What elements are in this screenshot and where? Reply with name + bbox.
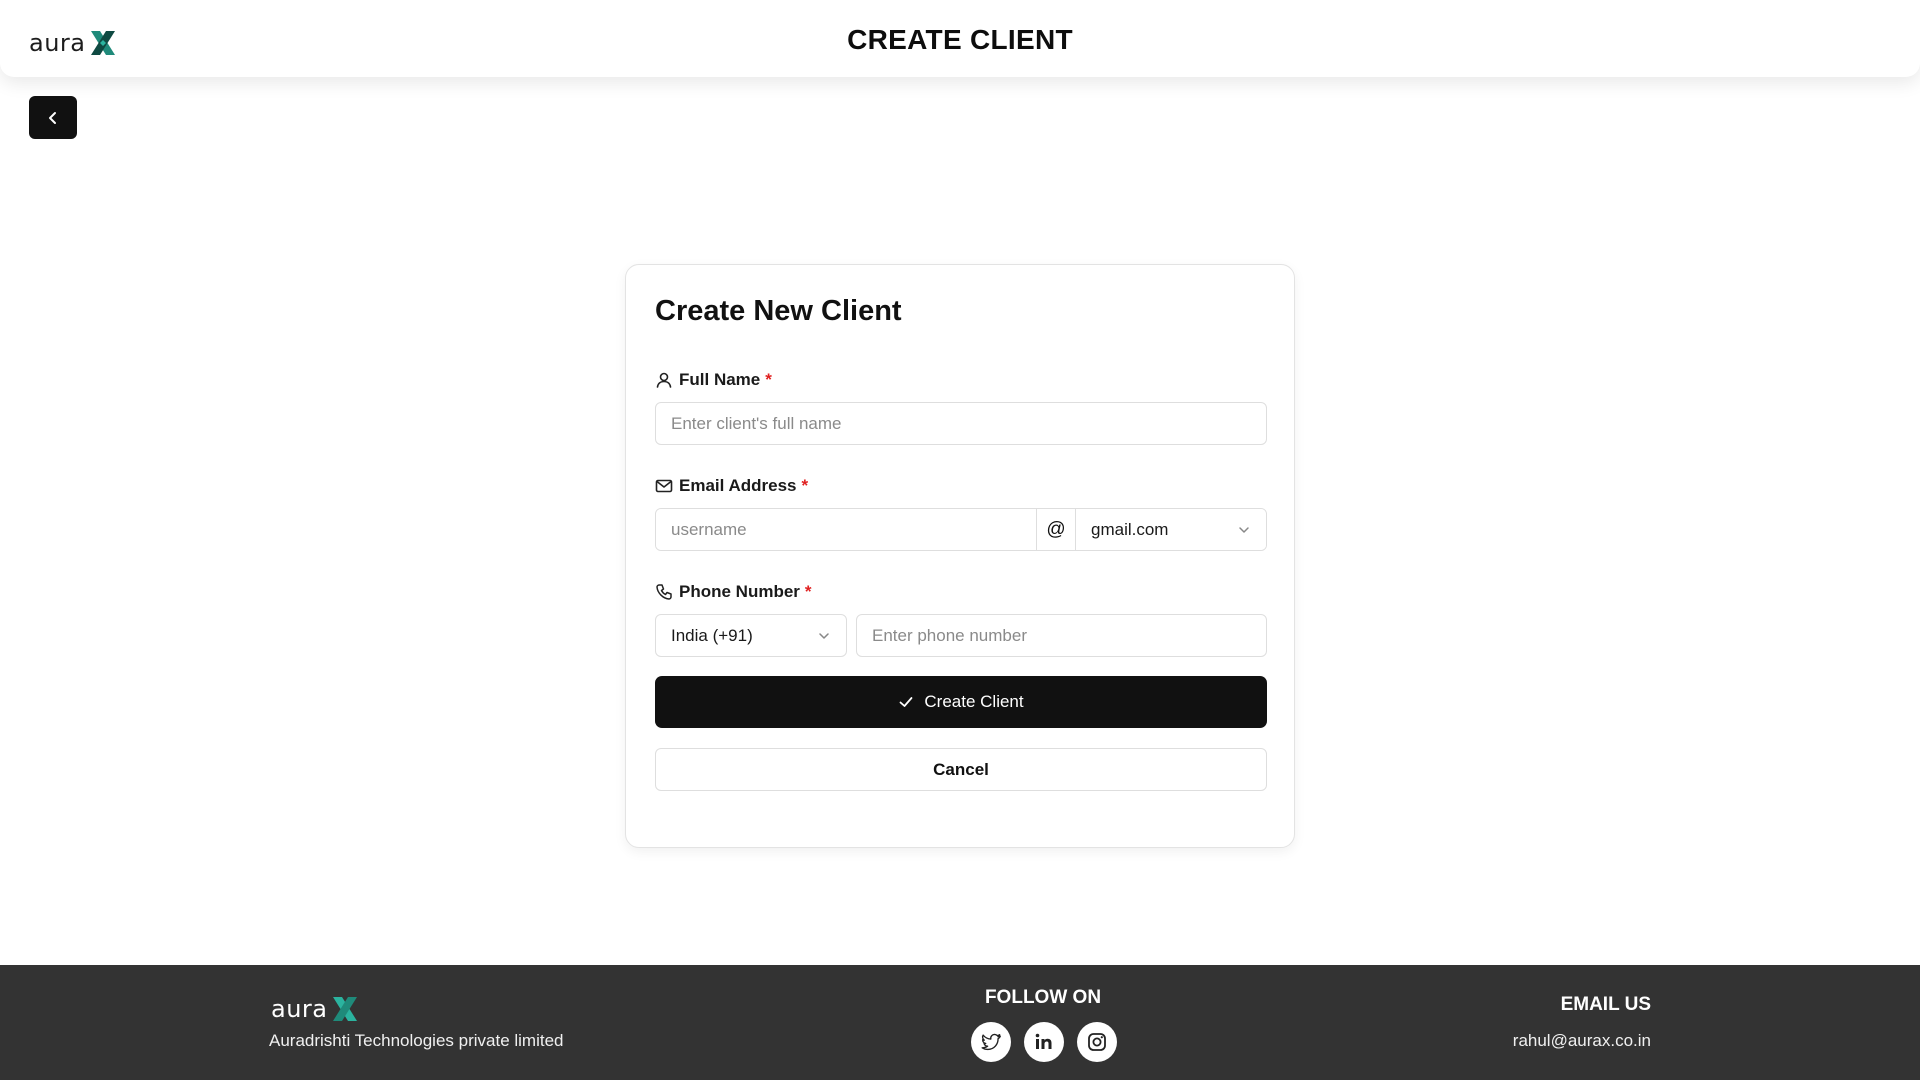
footer-logo-x-mark <box>332 997 357 1021</box>
instagram-icon <box>1088 1033 1106 1051</box>
full-name-label-text: Full Name <box>679 370 761 389</box>
email-input-group: @ gmail.com <box>655 508 1267 551</box>
phone-label: Phone Number * <box>655 582 812 602</box>
footer-logo[interactable]: aura <box>271 992 360 1026</box>
chevron-left-icon <box>49 111 56 124</box>
full-name-input[interactable] <box>655 402 1267 445</box>
create-client-card: Create New Client Full Name * Email Addr… <box>625 264 1295 848</box>
twitter-icon <box>981 1033 1001 1051</box>
email-label: Email Address * <box>655 476 808 496</box>
full-name-label: Full Name * <box>655 370 772 390</box>
required-marker: * <box>804 582 812 601</box>
check-icon <box>899 697 913 707</box>
required-marker: * <box>765 370 772 389</box>
country-code-select[interactable]: India (+91) <box>655 614 847 657</box>
twitter-link[interactable] <box>971 1022 1011 1062</box>
contact-email-link[interactable]: rahul@aurax.co.in <box>1513 1031 1651 1051</box>
top-header: aura CREATE CLIENT <box>0 0 1920 77</box>
mail-icon <box>655 477 673 495</box>
back-button[interactable] <box>29 96 77 139</box>
country-code-value: India (+91) <box>671 625 753 645</box>
at-sign: @ <box>1036 509 1076 550</box>
email-label-text: Email Address <box>679 476 797 495</box>
footer-logo-wordmark: aura <box>271 995 328 1023</box>
linkedin-link[interactable] <box>1024 1022 1064 1062</box>
user-icon <box>655 371 673 389</box>
page: aura CREATE CLIENT Create New Client Ful… <box>0 0 1920 1080</box>
form-title: Create New Client <box>655 295 902 327</box>
email-username-input[interactable] <box>656 509 1036 550</box>
chevron-down-icon <box>819 632 829 639</box>
create-client-label: Create Client <box>924 692 1024 711</box>
page-title: CREATE CLIENT <box>847 24 1073 55</box>
phone-number-input[interactable] <box>856 614 1267 657</box>
phone-icon <box>655 583 673 601</box>
create-client-button[interactable]: Create Client <box>655 676 1267 728</box>
instagram-link[interactable] <box>1077 1022 1117 1062</box>
email-domain-select[interactable]: gmail.com <box>1076 509 1266 550</box>
cancel-button[interactable]: Cancel <box>655 748 1267 791</box>
email-us-heading: EMAIL US <box>1560 994 1651 1015</box>
required-marker: * <box>801 476 809 495</box>
follow-heading: FOLLOW ON <box>984 987 1102 1008</box>
linkedin-icon <box>1035 1033 1052 1049</box>
chevron-down-icon <box>1239 526 1249 533</box>
footer: aura Auradrishti Technologies private li… <box>0 965 1920 1080</box>
email-domain-value: gmail.com <box>1091 519 1169 539</box>
company-name: Auradrishti Technologies private limited <box>269 1031 564 1050</box>
phone-label-text: Phone Number <box>679 582 800 601</box>
